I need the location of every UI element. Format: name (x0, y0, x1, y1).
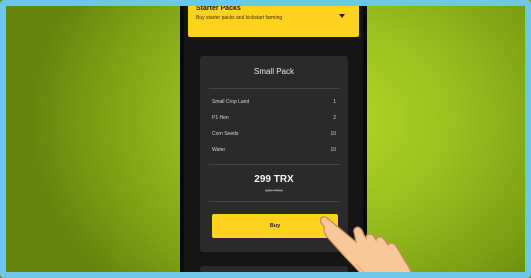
item-name: Corn Seeds (212, 131, 239, 137)
pack-old-price: 329 TRX (265, 188, 283, 193)
divider (209, 201, 339, 202)
chevron-down-icon[interactable] (339, 14, 345, 18)
item-qty: 2 (333, 115, 336, 121)
item-name: Water (212, 147, 226, 153)
hand-pointer-icon (319, 216, 413, 278)
list-item: Small Crop Land 1 (212, 98, 336, 106)
item-name: Small Crop Land (212, 99, 250, 105)
divider (209, 88, 339, 89)
pack-title: Small Pack (253, 67, 294, 76)
list-item: Water 10 (212, 146, 336, 154)
item-qty: 1 (333, 99, 336, 105)
list-item: Corn Seeds 10 (212, 130, 336, 138)
starter-packs-dropdown[interactable]: Starter Packs Buy starter packs and kick… (188, 0, 359, 37)
pack-price: 299 TRX (254, 174, 294, 185)
dropdown-subtitle: Buy starter packs and kickstart farming (196, 15, 283, 21)
dropdown-title: Starter Packs (196, 5, 241, 12)
item-qty: 10 (330, 131, 336, 137)
item-qty: 10 (330, 147, 336, 153)
divider (209, 164, 339, 165)
list-item: P1 Hen 2 (212, 114, 336, 122)
item-name: P1 Hen (212, 115, 229, 121)
